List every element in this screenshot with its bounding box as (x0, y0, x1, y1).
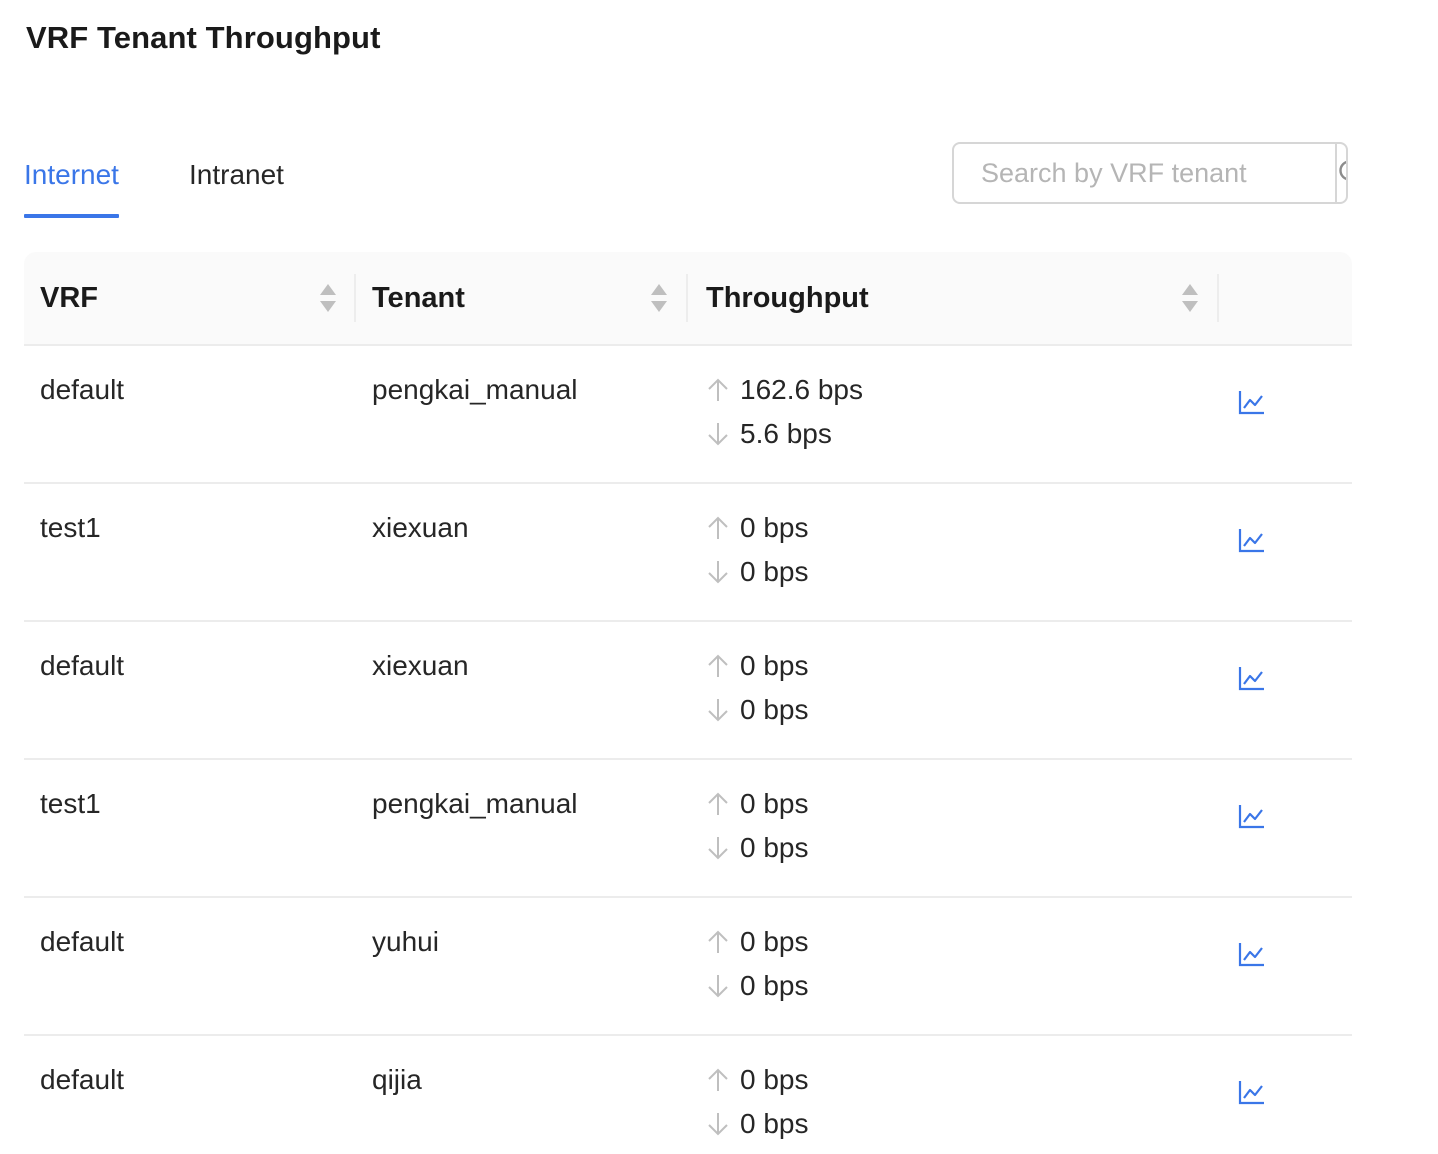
tenant-cell: yuhui (372, 926, 439, 957)
vrf-cell: default (40, 374, 125, 405)
throughput-cell: 0 bps 0 bps (706, 506, 809, 594)
arrow-up-icon (708, 516, 728, 539)
vrf-cell: test1 (40, 788, 101, 819)
download-rate: 5.6 bps (740, 418, 832, 449)
arrow-down-icon (708, 561, 728, 584)
upload-rate: 0 bps (740, 650, 809, 681)
sort-icon[interactable] (319, 282, 337, 314)
tab-internet-label: Internet (24, 159, 119, 190)
column-divider (1217, 274, 1219, 322)
throughput-cell: 0 bps 0 bps (706, 1058, 809, 1146)
table-row: test1 xiexuan 0 bps 0 bps (24, 484, 1352, 622)
column-header-vrf-label: VRF (40, 281, 98, 314)
throughput-table: VRF Tenant Throughput default pengkai_ma… (24, 252, 1352, 1154)
search-input[interactable] (954, 144, 1335, 202)
download-rate: 0 bps (740, 1108, 809, 1139)
tenant-cell: xiexuan (372, 512, 469, 543)
arrow-up-icon (708, 930, 728, 953)
upload-rate: 162.6 bps (740, 374, 863, 405)
search-button[interactable] (1335, 144, 1346, 202)
table-row: default xiexuan 0 bps 0 bps (24, 622, 1352, 760)
arrow-up-icon (708, 654, 728, 677)
vrf-cell: test1 (40, 512, 101, 543)
tenant-cell: pengkai_manual (372, 788, 578, 819)
line-chart-icon[interactable] (1238, 802, 1266, 830)
line-chart-icon[interactable] (1238, 526, 1266, 554)
page: VRF Tenant Throughput Internet Intranet … (0, 0, 1438, 1154)
line-chart-icon[interactable] (1238, 388, 1266, 416)
column-header-throughput[interactable]: Throughput (706, 252, 1166, 344)
arrow-down-icon (708, 975, 728, 998)
tab-intranet-label: Intranet (189, 159, 284, 190)
column-divider (686, 274, 688, 322)
table-header: VRF Tenant Throughput (24, 252, 1352, 346)
upload-rate: 0 bps (740, 1064, 809, 1095)
vrf-cell: default (40, 926, 125, 957)
column-divider (354, 274, 356, 322)
tenant-cell: qijia (372, 1064, 422, 1095)
arrow-up-icon (708, 378, 728, 401)
upload-rate: 0 bps (740, 926, 809, 957)
active-tab-indicator (24, 214, 119, 218)
arrow-down-icon (708, 423, 728, 446)
line-chart-icon[interactable] (1238, 940, 1266, 968)
table-row: default yuhui 0 bps 0 bps (24, 898, 1352, 1036)
column-header-throughput-label: Throughput (706, 281, 869, 314)
column-header-tenant-label: Tenant (372, 281, 465, 314)
vrf-cell: default (40, 1064, 125, 1095)
page-title: VRF Tenant Throughput (26, 20, 381, 55)
throughput-cell: 162.6 bps 5.6 bps (706, 368, 863, 456)
column-header-tenant[interactable]: Tenant (372, 252, 672, 344)
upload-rate: 0 bps (740, 512, 809, 543)
throughput-cell: 0 bps 0 bps (706, 782, 809, 870)
sort-icon[interactable] (650, 282, 668, 314)
arrow-down-icon (708, 1113, 728, 1136)
download-rate: 0 bps (740, 556, 809, 587)
arrow-up-icon (708, 792, 728, 815)
table-row: test1 pengkai_manual 0 bps 0 bps (24, 760, 1352, 898)
column-header-vrf[interactable]: VRF (40, 252, 340, 344)
table-row: default qijia 0 bps 0 bps (24, 1036, 1352, 1154)
download-rate: 0 bps (740, 694, 809, 725)
throughput-cell: 0 bps 0 bps (706, 644, 809, 732)
throughput-cell: 0 bps 0 bps (706, 920, 809, 1008)
vrf-cell: default (40, 650, 125, 681)
arrow-up-icon (708, 1068, 728, 1091)
arrow-down-icon (708, 699, 728, 722)
upload-rate: 0 bps (740, 788, 809, 819)
download-rate: 0 bps (740, 832, 809, 863)
arrow-down-icon (708, 837, 728, 860)
table-row: default pengkai_manual 162.6 bps 5.6 bps (24, 346, 1352, 484)
tenant-cell: xiexuan (372, 650, 469, 681)
search-box (952, 142, 1348, 204)
download-rate: 0 bps (740, 970, 809, 1001)
line-chart-icon[interactable] (1238, 664, 1266, 692)
tab-intranet[interactable]: Intranet (189, 150, 284, 200)
sort-icon[interactable] (1181, 282, 1199, 314)
search-icon (1339, 160, 1346, 181)
line-chart-icon[interactable] (1238, 1078, 1266, 1106)
tenant-cell: pengkai_manual (372, 374, 578, 405)
tab-internet[interactable]: Internet (24, 150, 119, 218)
